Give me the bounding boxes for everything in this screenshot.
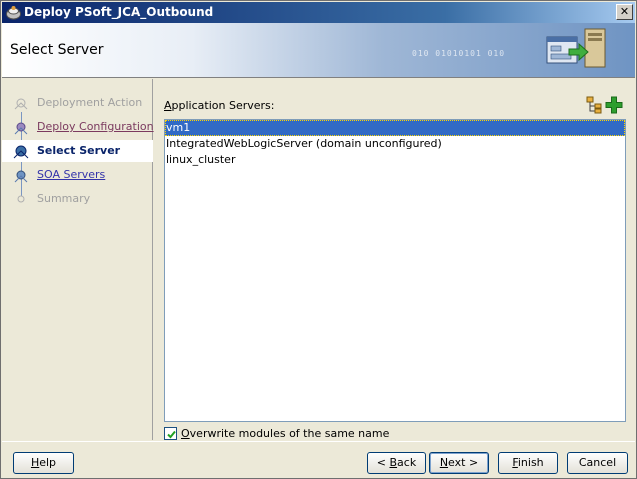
step-label: Summary xyxy=(37,192,91,205)
label-text: ack xyxy=(397,456,417,469)
application-servers-label: Application Servers: xyxy=(164,99,274,112)
add-icon[interactable] xyxy=(605,96,623,114)
label-mnemonic: H xyxy=(30,456,40,469)
label-mnemonic: N xyxy=(439,456,449,469)
label-text: elp xyxy=(39,456,57,469)
back-button[interactable]: < Back xyxy=(367,452,426,474)
label-text: inish xyxy=(517,456,544,469)
step-deploy-configuration[interactable]: Deploy Configuration xyxy=(2,116,154,138)
server-tree-icon[interactable] xyxy=(585,96,603,114)
deploy-dialog: Deploy PSoft_JCA_Outbound ✕ Select Serve… xyxy=(0,0,637,479)
wizard-header: Select Server 010 01010101 010 xyxy=(2,23,635,78)
finish-button[interactable]: Finish xyxy=(498,452,558,474)
select-server-panel: Application Servers: vm1 IntegratedWebLo… xyxy=(154,79,635,440)
step-label: Deployment Action xyxy=(37,96,143,109)
deploy-app-icon xyxy=(5,4,22,21)
cancel-button[interactable]: Cancel xyxy=(567,452,628,474)
window-title: Deploy PSoft_JCA_Outbound xyxy=(24,5,214,19)
page-title: Select Server xyxy=(10,42,104,58)
help-button[interactable]: Help xyxy=(13,452,74,474)
step-disabled-icon xyxy=(12,188,32,210)
step-soa-servers[interactable]: SOA Servers xyxy=(2,164,153,186)
application-servers-list[interactable]: vm1 IntegratedWebLogicServer (domain unc… xyxy=(164,119,626,422)
server-list-item[interactable]: IntegratedWebLogicServer (domain unconfi… xyxy=(165,136,625,152)
step-label[interactable]: SOA Servers xyxy=(37,168,105,181)
step-link-icon xyxy=(12,164,32,186)
step-select-server: Select Server xyxy=(2,140,153,162)
overwrite-checkbox[interactable] xyxy=(164,427,177,440)
server-list-item[interactable]: linux_cluster xyxy=(165,152,625,168)
deploy-graphic-icon xyxy=(545,27,609,73)
label-text: ext > xyxy=(448,456,479,469)
label-mnemonic: A xyxy=(164,99,172,112)
label-mnemonic: B xyxy=(389,456,398,469)
title-bar: Deploy PSoft_JCA_Outbound ✕ xyxy=(2,2,635,23)
step-deployment-action: Deployment Action xyxy=(2,92,153,114)
label-text: pplication Servers: xyxy=(171,99,275,112)
binary-decoration: 010 01010101 010 xyxy=(412,49,506,58)
step-label[interactable]: Deploy Configuration xyxy=(37,120,154,133)
step-current-icon xyxy=(12,140,32,162)
label-text: verwrite modules of the same name xyxy=(189,427,390,440)
step-visited-icon xyxy=(12,116,32,138)
button-bar: Help < Back Next > Finish Cancel xyxy=(2,441,635,478)
label-text: < xyxy=(376,456,390,469)
server-list-item[interactable]: vm1 xyxy=(165,120,625,136)
next-button[interactable]: Next > xyxy=(429,452,489,474)
step-disabled-icon xyxy=(12,92,32,114)
overwrite-label: Overwrite modules of the same name xyxy=(181,427,389,440)
step-label: Select Server xyxy=(37,144,121,157)
checkmark-icon xyxy=(167,430,176,439)
label-mnemonic: O xyxy=(181,427,190,440)
close-button[interactable]: ✕ xyxy=(616,4,633,20)
wizard-steps-nav: Deployment Action Deploy Configuration S… xyxy=(2,79,154,440)
step-summary: Summary xyxy=(2,188,153,210)
